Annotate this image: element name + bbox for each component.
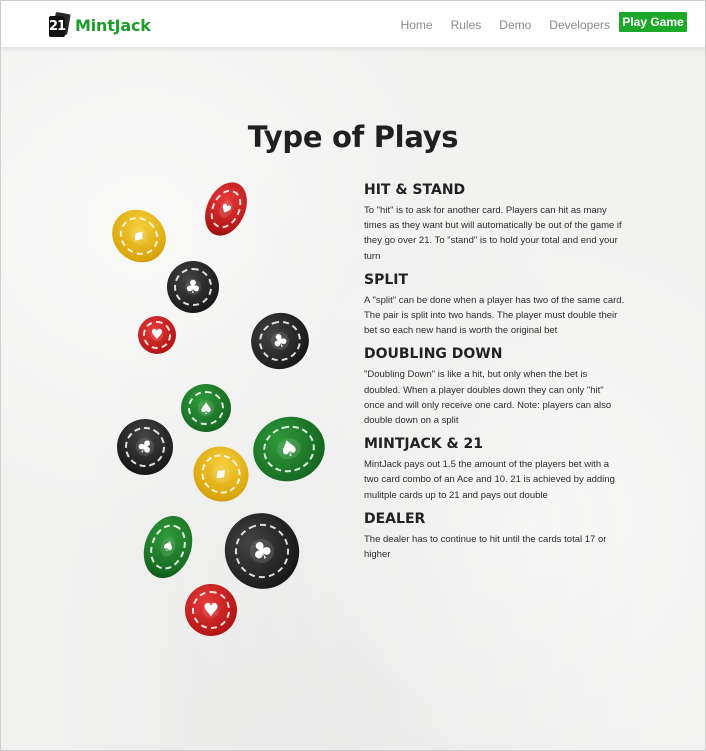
play-mintjack-21: MINTJACK & 21 MintJack pays out 1.5 the …: [364, 436, 626, 503]
chip-black-2: ♣: [243, 304, 317, 378]
play-heading: SPLIT: [364, 271, 409, 288]
nav-link-home[interactable]: Home: [401, 18, 433, 32]
play-heading: MINTJACK & 21: [364, 436, 484, 453]
play-description: The dealer has to continue to hit until …: [364, 533, 607, 561]
diamond-icon: ♦: [209, 462, 233, 486]
brand-link[interactable]: 21 MintJack: [49, 11, 151, 37]
play-doubling-down: DOUBLING DOWN "Doubling Down" is like a …: [364, 346, 626, 428]
play-dealer: DEALER The dealer has to continue to hit…: [364, 511, 626, 562]
chip-yellow-1: ♦: [101, 198, 177, 274]
heart-icon: ♥: [218, 200, 234, 218]
diamond-icon: ♦: [127, 224, 151, 248]
chips-illustration: ♥ ♦ ♣ ♥ ♣ ♠ ♣ ♠ ♦ ♠ ♣ ♥: [101, 171, 341, 651]
chip-red-2: ♥: [138, 316, 176, 354]
play-split: SPLIT A "split" can be done when a playe…: [364, 272, 626, 339]
chip-green-3: ♠: [135, 509, 201, 585]
play-game-button[interactable]: Play Game: [619, 12, 687, 32]
play-heading: DOUBLING DOWN: [364, 346, 503, 363]
nav-link-demo[interactable]: Demo: [499, 18, 531, 32]
brand-name: MintJack: [75, 15, 151, 35]
spade-icon: ♠: [198, 398, 214, 418]
brand-logo-icon: 21: [49, 11, 71, 37]
play-heading: DEALER: [364, 510, 426, 527]
chip-red-3: ♥: [185, 584, 237, 636]
logo-card-front: 21: [49, 16, 66, 37]
chip-black-1: ♣: [167, 261, 219, 313]
club-icon: ♣: [184, 276, 202, 298]
chip-red-1: ♥: [196, 175, 256, 243]
chip-yellow-2: ♦: [182, 435, 260, 513]
club-icon: ♣: [268, 328, 292, 354]
play-description: MintJack pays out 1.5 the amount of the …: [364, 459, 615, 501]
chip-black-3: ♣: [106, 408, 184, 486]
spade-icon: ♠: [159, 537, 177, 557]
club-icon: ♣: [132, 433, 158, 461]
play-heading: HIT & STAND: [364, 182, 466, 198]
chip-green-2: ♠: [245, 408, 333, 490]
play-description: To "hit" is to ask for another card. Pla…: [364, 205, 622, 262]
nav-link-rules[interactable]: Rules: [451, 18, 482, 32]
play-description: A "split" can be done when a player has …: [364, 294, 625, 337]
page-title: Type of Plays: [247, 120, 459, 154]
chip-green-1: ♠: [181, 384, 231, 432]
navbar: 21 MintJack Home Rules Demo Developers P…: [1, 1, 705, 48]
heart-icon: ♥: [150, 327, 164, 343]
nav-links: Home Rules Demo Developers: [383, 18, 610, 32]
plays-list: HIT & STAND To "hit" is to ask for anoth…: [364, 182, 626, 570]
heart-icon: ♥: [202, 599, 220, 621]
play-hit-stand: HIT & STAND To "hit" is to ask for anoth…: [364, 182, 626, 264]
play-description: "Doubling Down" is like a hit, but only …: [364, 369, 612, 427]
spade-icon: ♠: [276, 434, 302, 464]
nav-link-developers[interactable]: Developers: [549, 18, 610, 32]
